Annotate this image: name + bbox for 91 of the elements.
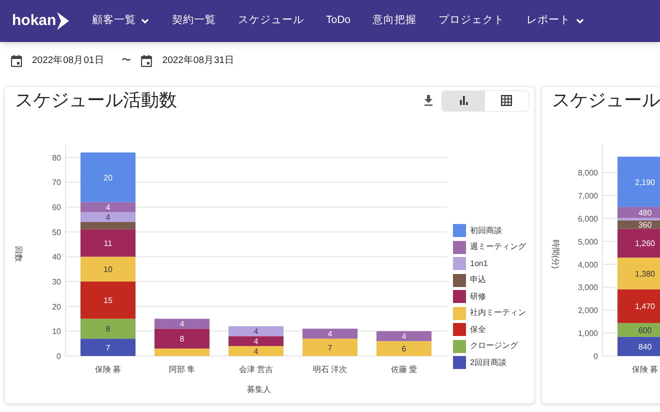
y-tick-label: 4,000	[578, 260, 598, 270]
y-tick-label: 0	[594, 352, 598, 361]
data-label: 8	[106, 324, 110, 334]
y-tick-label: 60	[52, 203, 61, 212]
data-label: 600	[638, 326, 652, 335]
card-title: スケジュール	[552, 89, 660, 112]
legend-label: 2回目商談	[470, 356, 506, 368]
data-label: 4	[254, 347, 258, 356]
nav-link[interactable]: ToDo	[326, 13, 351, 29]
chart-view-toggle[interactable]	[442, 90, 485, 110]
data-label: 4	[106, 213, 110, 222]
data-label: 15	[104, 296, 112, 306]
bar-segment[interactable]	[618, 322, 660, 337]
y-axis-label: 回数	[14, 246, 23, 262]
legend-label: 初回商談	[470, 224, 502, 236]
bar-segment[interactable]	[80, 256, 136, 282]
data-label: 10	[104, 265, 112, 274]
data-label: 480	[638, 208, 652, 218]
x-tick-label: 保険 募	[94, 365, 122, 374]
y-tick-label: 20	[52, 302, 61, 312]
nav-link[interactable]: スケジュール	[238, 13, 304, 29]
range-separator: 〜	[121, 54, 132, 68]
y-tick-label: 50	[52, 228, 61, 237]
bar-chart-icon	[458, 96, 468, 105]
y-axis-label: 時間(分)	[551, 239, 560, 269]
bar-segment[interactable]	[618, 289, 660, 323]
x-tick-label: 明石 洋次	[312, 365, 348, 374]
y-tick-label: 3,000	[578, 283, 598, 292]
x-tick-label: 佐藤 愛	[390, 365, 418, 374]
y-tick-label: 1,000	[578, 329, 598, 338]
data-label: 4	[402, 332, 406, 342]
y-tick-label: 7,000	[578, 191, 598, 200]
y-tick-label: 10	[52, 327, 61, 336]
data-label: 20	[104, 173, 112, 182]
y-tick-label: 6,000	[578, 214, 598, 224]
bar-segment[interactable]	[618, 206, 660, 218]
y-tick-label: 2,000	[578, 306, 598, 316]
data-label: 8	[180, 334, 184, 344]
bar-segment[interactable]	[618, 258, 660, 290]
data-label: 11	[104, 239, 112, 248]
y-tick-label: 8,000	[578, 168, 598, 178]
x-tick-label: 会津 営吉	[238, 365, 274, 374]
calendar-icon[interactable]	[11, 55, 22, 67]
bar-segment[interactable]	[228, 336, 284, 346]
nav-link[interactable]: レポート	[526, 13, 585, 29]
legend-label: 保全	[470, 324, 486, 336]
data-label: 7	[106, 343, 110, 352]
bar-segment[interactable]	[618, 228, 660, 258]
legend-label: 社内ミーティン	[470, 307, 526, 319]
data-label: 1,380	[634, 269, 656, 278]
x-tick-label: 阿部 隼	[168, 365, 196, 374]
y-tick-label: 80	[52, 153, 61, 162]
data-label: 1,470	[634, 302, 656, 312]
end-date[interactable]: 2022年08月31日	[162, 54, 235, 68]
x-axis-label: 募集人	[247, 385, 271, 394]
nav-link[interactable]: 意向把握	[372, 13, 417, 29]
logo-text[interactable]: hokan	[12, 10, 56, 32]
bar-segment[interactable]	[80, 229, 136, 257]
y-tick-label: 70	[52, 178, 61, 188]
start-date[interactable]: 2022年08月01日	[32, 54, 104, 68]
y-tick-label: 5,000	[578, 237, 598, 246]
nav-link[interactable]: プロジェクト	[438, 13, 505, 29]
legend-label: 研修	[470, 290, 486, 302]
data-label: 4	[254, 337, 258, 346]
data-label: 4	[106, 203, 110, 212]
calendar-icon[interactable]	[141, 55, 152, 67]
data-label: 1,260	[634, 239, 656, 248]
data-label: 840	[638, 342, 652, 352]
bar-segment[interactable]	[154, 328, 210, 349]
data-label: 2,190	[634, 178, 656, 187]
y-tick-label: 30	[52, 278, 61, 287]
y-tick-label: 40	[52, 252, 61, 262]
legend-label: 申込	[470, 274, 486, 286]
card-title: スケジュール活動数	[15, 89, 177, 112]
data-label: 4	[180, 320, 184, 329]
data-label: 4	[328, 330, 332, 339]
bar-segment[interactable]	[618, 336, 660, 356]
nav-link[interactable]: 顧客一覧	[92, 13, 150, 29]
y-tick-label: 0	[56, 352, 61, 361]
legend-label: 週ミーティング	[470, 241, 526, 253]
grid-icon	[501, 95, 512, 106]
logo-chevron-icon	[57, 12, 70, 30]
data-label: 4	[254, 327, 258, 336]
nav-link[interactable]: 契約一覧	[172, 13, 216, 29]
data-label: 360	[638, 220, 652, 230]
data-label: 7	[328, 343, 332, 352]
legend-label: 1on1	[470, 258, 488, 270]
data-label: 6	[402, 344, 406, 354]
download-icon[interactable]	[424, 95, 433, 106]
legend-label: クロージング	[470, 340, 518, 352]
x-tick-label: 保険 募	[632, 365, 658, 374]
